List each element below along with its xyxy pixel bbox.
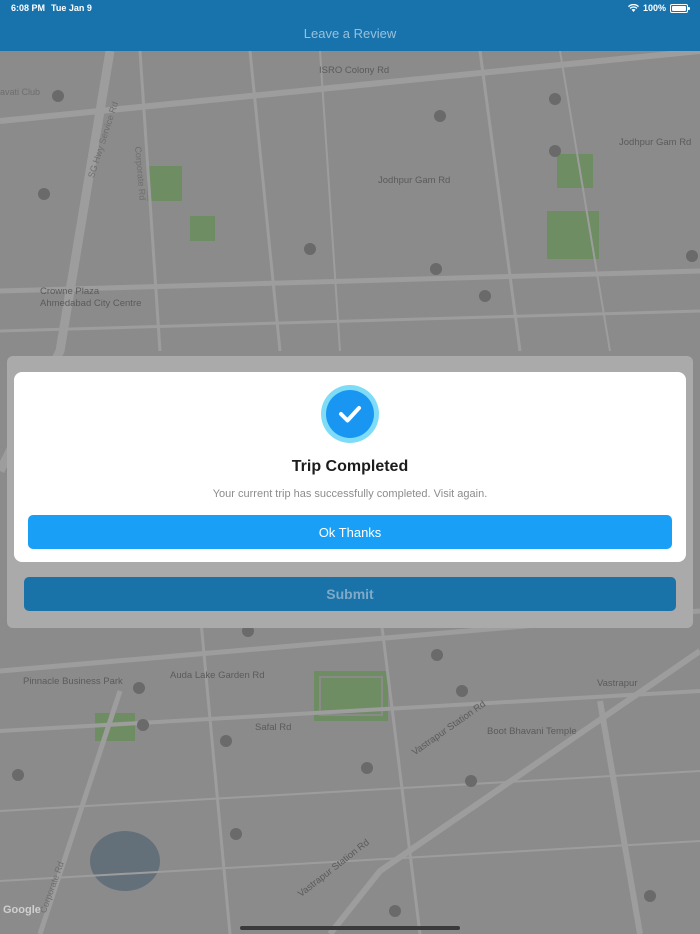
map-label: Vastrapur: [597, 678, 638, 689]
battery-percent: 100%: [642, 3, 666, 13]
status-indicators: 100%: [627, 3, 690, 13]
page-title: Leave a Review: [303, 26, 397, 41]
google-logo: Google: [3, 904, 41, 916]
status-date: Tue Jan 9: [51, 3, 92, 13]
home-indicator[interactable]: [240, 926, 460, 930]
map-label: Boot Bhavani Temple: [487, 726, 577, 737]
wifi-icon: [627, 4, 639, 12]
map-label: ISRO Colony Rd: [319, 65, 390, 76]
checkmark-circle-icon: [321, 385, 379, 443]
map-label: Ahmedabad City Centre: [40, 298, 142, 309]
battery-icon: [670, 3, 690, 13]
dialog-title: Trip Completed: [291, 458, 409, 475]
trip-completed-dialog: Trip Completed Your current trip has suc…: [14, 372, 686, 562]
checkmark-icon: [326, 390, 374, 438]
dialog-message: Your current trip has successfully compl…: [212, 488, 488, 500]
status-time: 6:08 PM: [11, 3, 46, 13]
navigation-bar: 6:08 PM Tue Jan 9 100% Leave a Review: [0, 0, 700, 51]
submit-button[interactable]: Submit: [24, 577, 676, 611]
map-label: Jodhpur Gam Rd: [378, 175, 451, 186]
map-label: Crowne Plaza: [40, 286, 100, 297]
ok-thanks-button[interactable]: Ok Thanks: [28, 515, 672, 549]
map-label: Safal Rd: [255, 722, 292, 733]
map-label: Pinnacle Business Park: [23, 676, 123, 687]
map-label: avati Club: [0, 87, 41, 97]
map-label: Auda Lake Garden Rd: [170, 670, 265, 681]
map-label: Jodhpur Gam Rd: [619, 137, 692, 148]
